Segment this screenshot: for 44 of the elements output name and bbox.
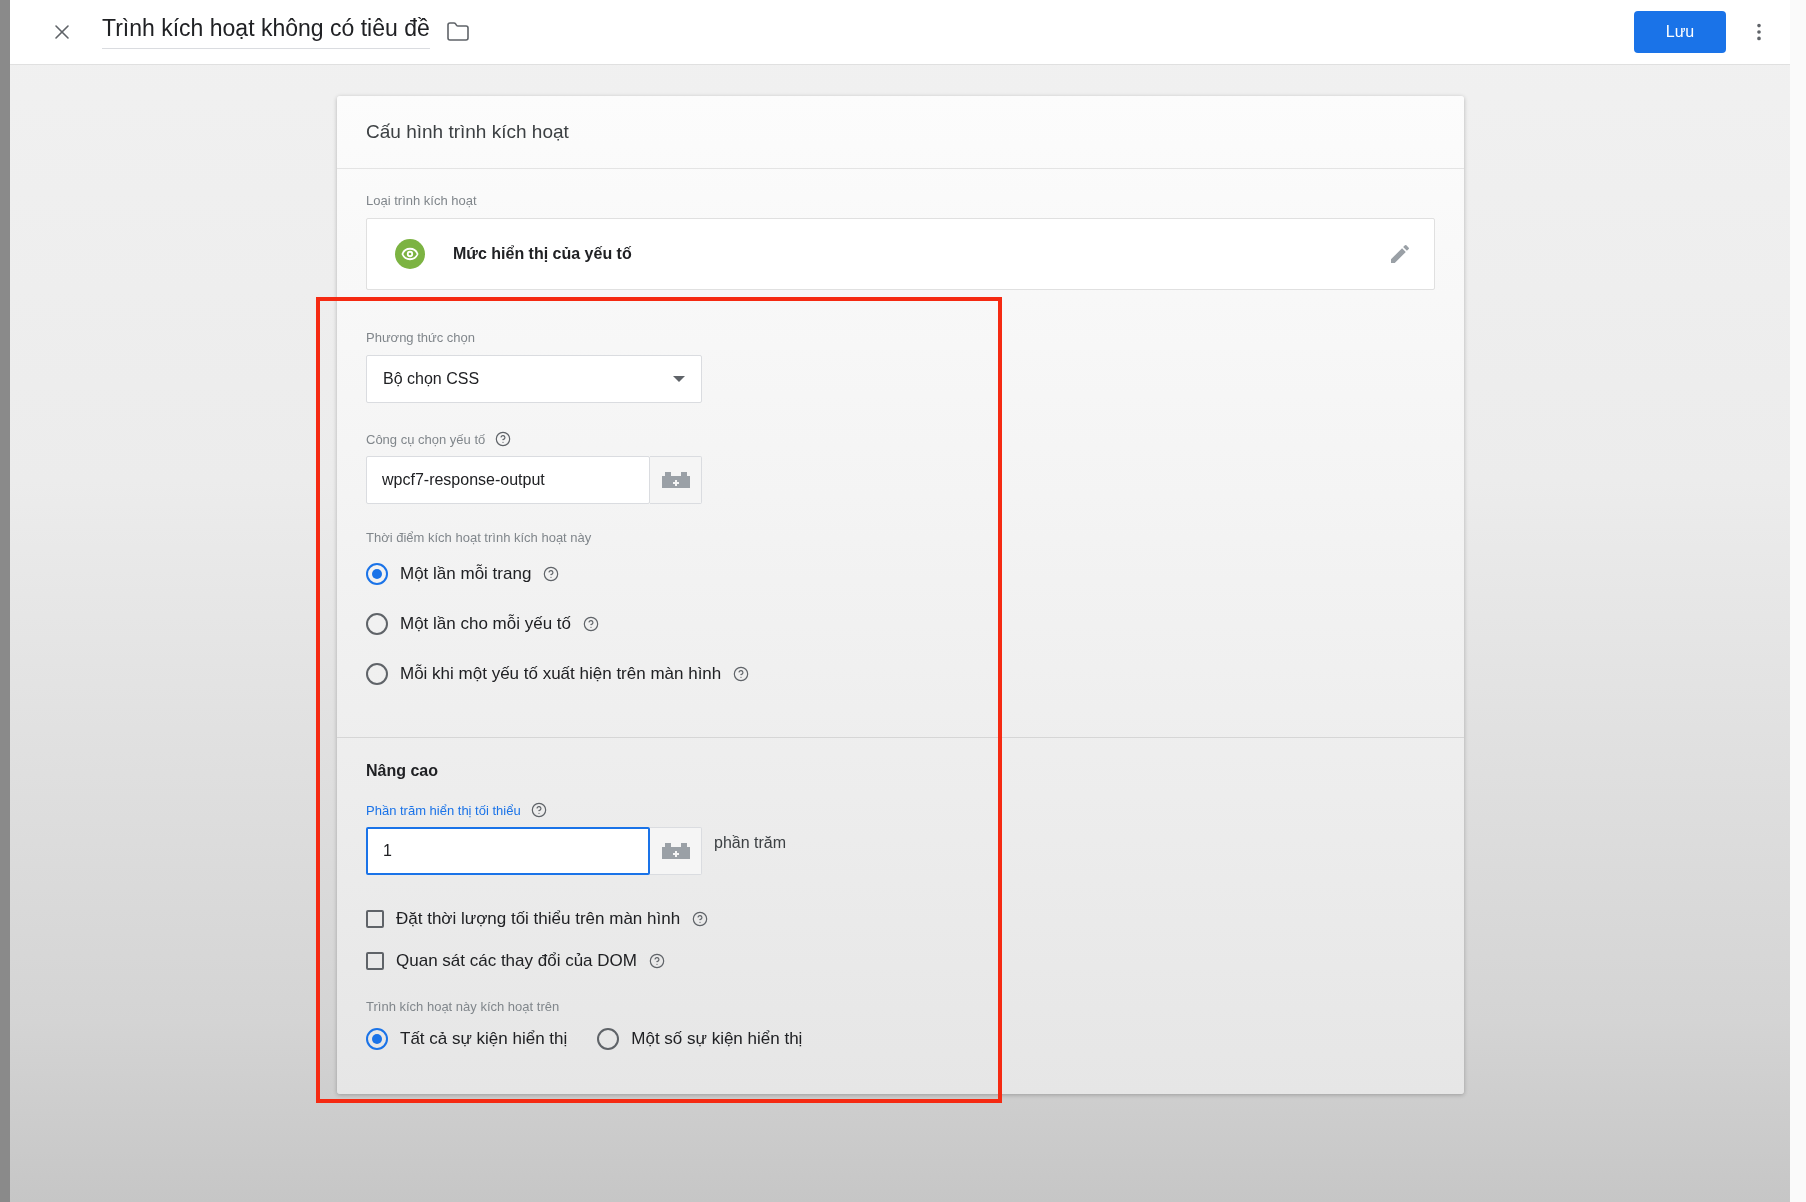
checkbox[interactable] — [366, 952, 384, 970]
help-icon[interactable] — [495, 431, 512, 447]
field-label: Thời điểm kích hoạt trình kích hoạt này — [366, 530, 593, 545]
option-label: Một lần mỗi trang — [400, 564, 532, 584]
card-title: Cấu hình trình kích hoạt — [366, 121, 569, 143]
radio-button[interactable] — [597, 1028, 620, 1050]
save-button[interactable]: Lưu — [1634, 11, 1726, 53]
radio-button[interactable] — [366, 663, 388, 685]
help-icon[interactable] — [692, 911, 709, 927]
selection-method-dropdown[interactable]: Bộ chọn CSS — [366, 355, 702, 403]
dropdown-value: Bộ chọn CSS — [383, 370, 480, 388]
section-title: Nâng cao — [366, 762, 439, 780]
eye-icon — [395, 239, 425, 269]
help-icon[interactable] — [530, 802, 547, 818]
option-label: Một số sự kiện hiển thị — [631, 1029, 803, 1049]
radio-button[interactable] — [366, 1028, 388, 1050]
option-label: Tất cả sự kiện hiển thị — [400, 1029, 568, 1049]
option-label: Quan sát các thay đổi của DOM — [396, 951, 637, 971]
field-label: Phần trăm hiển thị tối thiểu — [366, 802, 521, 818]
radio-button[interactable] — [366, 563, 388, 585]
help-icon[interactable] — [583, 616, 600, 632]
unit-label: phần trăm — [714, 834, 787, 852]
trigger-title[interactable]: Trình kích hoạt không có tiêu đề — [102, 15, 430, 49]
radio-button[interactable] — [366, 613, 388, 635]
field-label: Trình kích hoạt này kích hoạt trên — [366, 999, 561, 1014]
brick-icon — [661, 472, 690, 488]
edit-icon[interactable] — [1388, 242, 1412, 266]
percent-input[interactable]: 1 — [366, 827, 650, 875]
field-label: Loại trình kích hoạt — [366, 193, 478, 208]
option-label: Mỗi khi một yếu tố xuất hiện trên màn hình — [400, 664, 722, 684]
trigger-type-name: Mức hiển thị của yếu tố — [453, 245, 633, 263]
option-label: Đặt thời lượng tối thiểu trên màn hình — [396, 909, 681, 929]
help-icon[interactable] — [648, 953, 665, 969]
checkbox[interactable] — [366, 910, 384, 928]
folder-button[interactable] — [445, 20, 470, 44]
help-icon[interactable] — [733, 666, 750, 682]
option-label: Một lần cho mỗi yếu tố — [400, 614, 572, 634]
element-selector-input[interactable]: wpcf7-response-output — [366, 456, 650, 504]
brick-icon — [661, 843, 690, 859]
help-icon[interactable] — [543, 566, 560, 582]
trigger-type-box[interactable]: Mức hiển thị của yếu tố — [366, 218, 1435, 290]
field-label: Công cụ chọn yếu tố — [366, 431, 486, 447]
caret-icon — [673, 376, 685, 382]
field-label: Phương thức chọn — [366, 330, 477, 345]
